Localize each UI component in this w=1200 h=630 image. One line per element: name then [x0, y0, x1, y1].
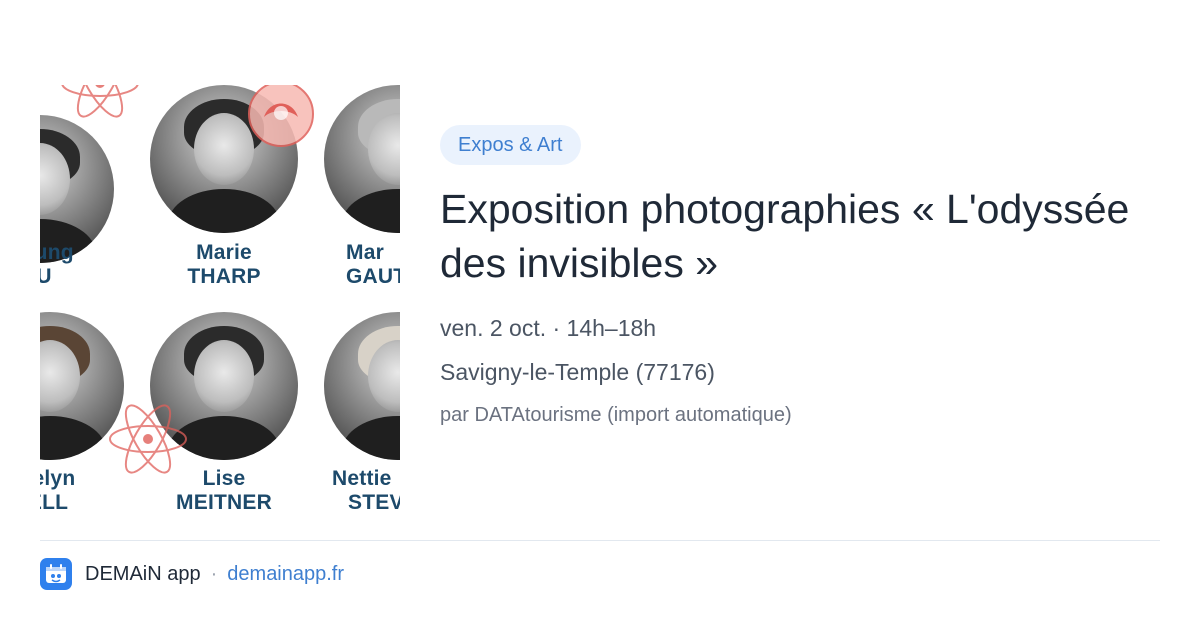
event-date: ven. 2 oct. · 14h–18h: [440, 315, 657, 341]
portrait-name: Nettie STEV: [324, 467, 400, 515]
portrait-last-name: MEITNER: [176, 491, 272, 514]
portrait-first-name: Nettie: [332, 467, 392, 490]
portrait-last-name: GAUT: [346, 265, 400, 288]
app-name: DEMAiN app: [85, 562, 201, 585]
event-title: Exposition photographies « L'odyssée des…: [440, 186, 1130, 286]
portrait-first-name: Marie: [196, 241, 252, 264]
portrait-photo: [324, 312, 400, 460]
portrait-last-name: STEV: [348, 491, 400, 514]
app-link[interactable]: demainapp.fr: [227, 563, 344, 586]
portrait-name: Marie THARP: [150, 241, 298, 289]
category-tag[interactable]: Expos & Art: [440, 125, 581, 165]
footer: DEMAiN app · demainapp.fr: [40, 558, 344, 590]
footer-divider: [40, 540, 1160, 541]
portrait-first-name: Mar: [346, 241, 384, 264]
portrait-name: Mar GAUT: [346, 241, 400, 289]
atom-icon: [109, 404, 187, 474]
portrait-name: -Shiung WU: [40, 241, 108, 289]
atom-icon: [61, 85, 139, 118]
portrait-last-name: THARP: [187, 265, 261, 288]
event-image: -Shiung WU Marie THARP Mar GAUT celyn EL…: [40, 85, 400, 515]
ocean-floor-icon: [248, 85, 314, 147]
portrait-last-name: WU: [40, 265, 52, 288]
portrait-first-name: -Shiung: [40, 241, 74, 264]
footer-separator: ·: [210, 562, 218, 585]
event-source: par DATAtourisme (import automatique): [440, 404, 792, 426]
event-location: Savigny-le-Temple (77176): [440, 359, 715, 385]
demain-app-icon: [40, 558, 72, 590]
portrait-last-name: ELL: [40, 491, 69, 514]
portrait-photo: [324, 85, 400, 233]
